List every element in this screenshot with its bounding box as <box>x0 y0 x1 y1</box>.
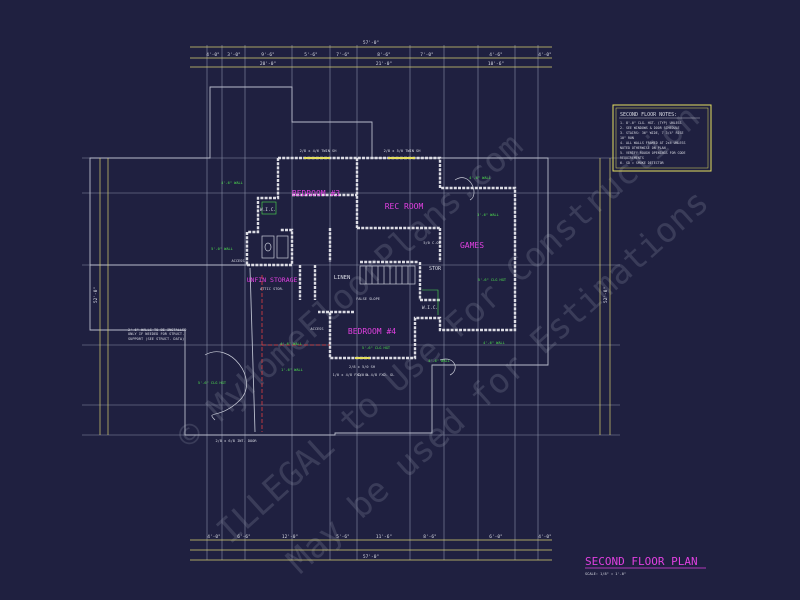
plan-scale: SCALE: 1/8" = 1'-0" <box>585 572 626 576</box>
note-7: 5. VERIFY ROUGH OPENINGS FOR CODE <box>620 151 686 155</box>
label-attic-stor: ATTIC STOR. <box>260 287 284 291</box>
label-wall-1ft: 1'-6" WALL <box>281 368 303 372</box>
dim-top-second-2: 21'-0" <box>376 61 392 67</box>
dim-right-overall: 52'-0" <box>603 287 609 303</box>
storage-note-text: 2'-6" WALLS TO BE INSTALLED ONLY IF NEED… <box>128 328 187 341</box>
dim-bottom-3: 12'-0" <box>282 534 298 540</box>
label-wall-4ft-lower: 4'-6" WALL <box>280 342 302 346</box>
label-wall-4ft-far-right: 4'-6" WALL <box>483 341 505 345</box>
notes-title: SECOND FLOOR NOTES: <box>620 112 677 118</box>
label-twin-window-right: 2/8 x 5/0 TWIN SH <box>384 149 421 153</box>
dim-bottom-overall: 57'-0" <box>363 554 379 560</box>
label-clg-ht-bottom: 5'-6" CLG HGT <box>362 346 391 350</box>
note-1: 1. 8'-0" CLG. HGT. (TYP) UNLESS <box>620 121 682 125</box>
dim-top-1: 4'-0" <box>206 52 220 58</box>
room-unfin-storage: UNFIN STORAGE <box>247 276 298 284</box>
label-wall-4ft-bottom-right: 4'-6" WALL <box>428 359 450 363</box>
dim-left-overall: 52'-0" <box>93 287 99 303</box>
dim-top-4: 5'-6" <box>304 52 318 58</box>
label-wall-3ft: 3'-6" WALL <box>477 213 499 217</box>
label-false-slope: FALSE SLOPE <box>356 297 380 301</box>
room-bedroom-4: BEDROOM #4 <box>348 327 396 336</box>
dim-bottom-1: 4'-0" <box>207 534 221 540</box>
room-wic-left: W.I.C. <box>260 207 276 213</box>
room-wic-right: W.I.C. <box>422 305 438 311</box>
dim-top-5: 7'-6" <box>336 52 350 58</box>
dim-bottom-4: 5'-6" <box>336 534 350 540</box>
drawing-background <box>0 0 800 600</box>
note-8: REQUIREMENTS <box>620 156 644 160</box>
room-bedroom-3: BEDROOM #3 <box>292 189 340 198</box>
dim-top-9: 4'-0" <box>538 52 552 58</box>
dim-bottom-7: 6'-0" <box>489 534 503 540</box>
note-3: 3. STAIRS: 36" WIDE, 7 3/4" RISE <box>620 131 684 135</box>
dim-top-7: 7'-0" <box>420 52 434 58</box>
dim-top-6: 8'-6" <box>377 52 391 58</box>
room-games: GAMES <box>460 241 484 250</box>
note-9: 6. SD = SMOKE DETECTOR <box>620 161 664 165</box>
dim-bottom-2: 6'-6" <box>237 534 251 540</box>
dim-top-second-1: 20'-0" <box>260 61 276 67</box>
note-2: 2. SEE WINDOWS & DOOR SCHEDULE <box>620 126 680 130</box>
label-twin-window-left: 2/8 x 4/6 TWIN SH <box>300 149 337 153</box>
dim-bottom-5: 11'-6" <box>376 534 392 540</box>
room-rec-room: REC ROOM <box>385 202 424 211</box>
label-clg-ht-right: 5'-6" CLG HGT <box>478 278 507 282</box>
dim-top-second-3: 10'-6" <box>488 61 504 67</box>
dim-top-overall: 57'-0" <box>363 40 379 46</box>
note-4: 10" RUN <box>620 136 634 140</box>
dim-bottom-6: 8'-6" <box>423 534 437 540</box>
note-5: 4. ALL WALLS FRAMED AT 2x4 UNLESS <box>620 141 686 145</box>
room-stor: STOR <box>429 266 442 272</box>
dim-top-3: 9'-6" <box>261 52 275 58</box>
dim-top-2: 3'-0" <box>227 52 241 58</box>
label-bottom-door: 2/8 x 6/8 INT. DOOR <box>215 439 257 443</box>
label-clg-ht-left: 5'-6" CLG HGT <box>198 381 227 385</box>
room-linen: LINEN <box>334 275 351 281</box>
label-wall-4ft-right: 4'-6" WALL <box>469 176 491 180</box>
dim-bottom-8: 4'-0" <box>538 534 552 540</box>
label-wall-4ft-top: 4'-6" WALL <box>221 181 243 185</box>
label-fxd-gl-right: 1/0 x 4/8 FXD. GL <box>358 373 395 377</box>
plan-title: SECOND FLOOR PLAN <box>585 555 698 568</box>
label-access-left: ACCESS <box>232 259 245 263</box>
second-floor-plan-drawing: © MyHomeFloorPlans.com ILLEGAL to Use Fo… <box>0 0 800 600</box>
storage-note: 2'-6" WALLS TO BE INSTALLED ONLY IF NEED… <box>128 328 187 341</box>
label-lowest-window: 2/8 x 5/0 SH <box>349 365 375 369</box>
dim-top-8: 4'-6" <box>489 52 503 58</box>
label-access-lower: ACCESS <box>311 327 324 331</box>
label-co: 5/0 C.O. <box>423 241 440 245</box>
note-6: NOTED OTHERWISE ON PLAN <box>620 146 666 150</box>
label-wall-5ft-left: 5'-0" WALL <box>211 247 233 251</box>
